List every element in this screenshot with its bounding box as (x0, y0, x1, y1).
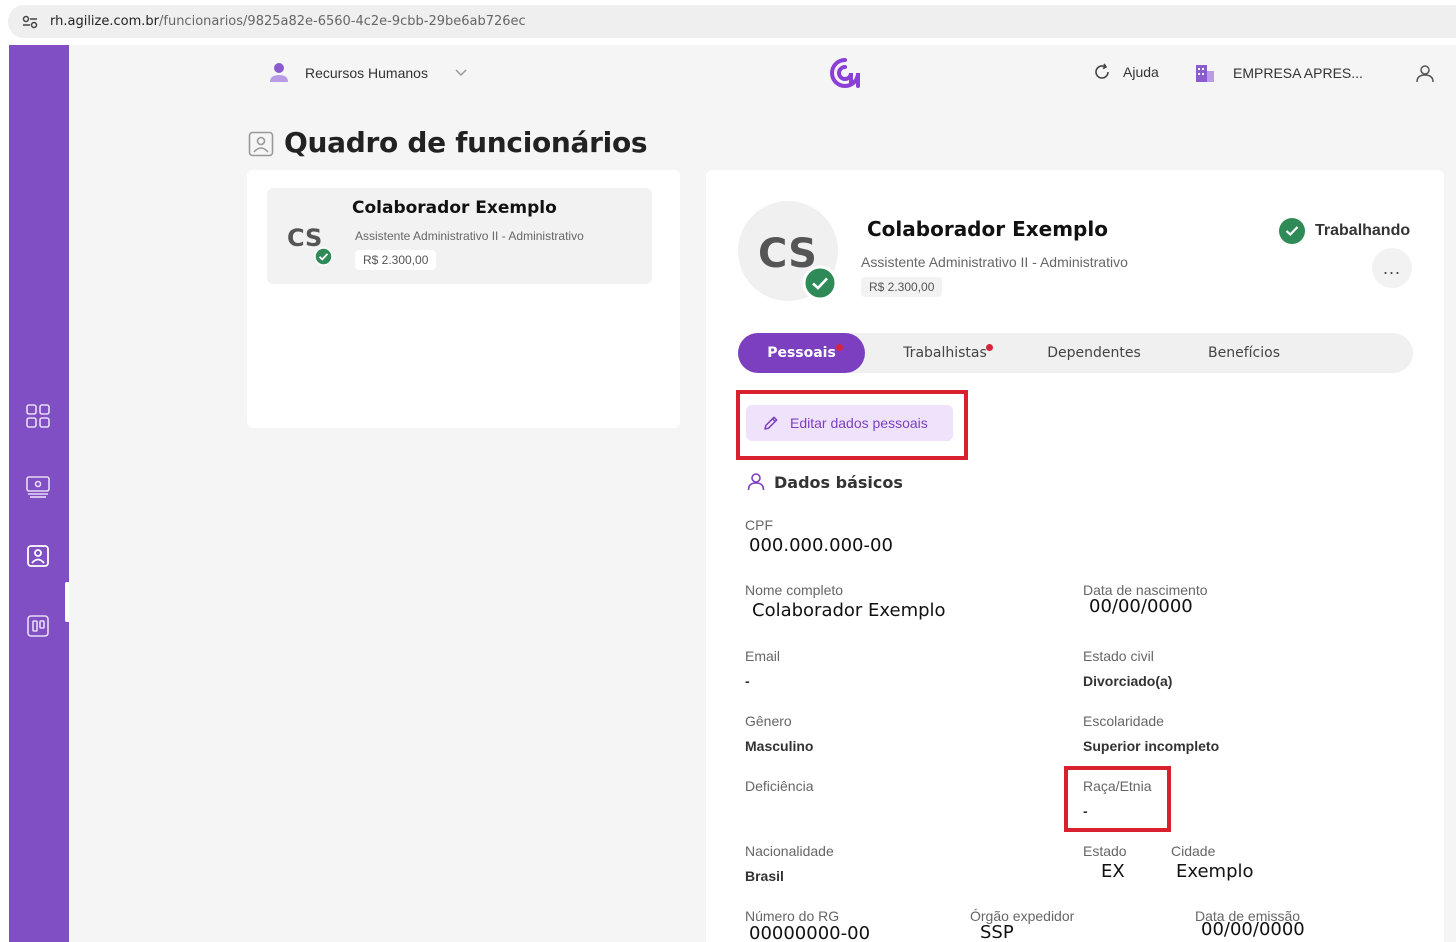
tab-dependentes[interactable]: Dependentes (1034, 333, 1154, 373)
tab-beneficios-label: Benefícios (1208, 345, 1280, 361)
employee-detail-panel: CS Colaborador Exemplo Assistente Admini… (706, 170, 1444, 942)
help-link[interactable]: Ajuda (1093, 63, 1159, 81)
cpf-label: CPF (745, 517, 773, 533)
edit-personal-data-button[interactable]: Editar dados pessoais (746, 405, 953, 441)
education-value: Superior incompleto (1083, 738, 1220, 754)
profile-salary: R$ 2.300,00 (861, 277, 943, 297)
employees-icon[interactable] (25, 543, 51, 569)
tab-trabalhistas-label: Trabalhistas (903, 345, 987, 361)
profile-name: Colaborador Exemplo (867, 217, 1108, 241)
issue-date-value: 00/00/0000 (1201, 919, 1305, 940)
full-name-label: Nome completo (745, 582, 844, 598)
issuer-value: SSP (980, 922, 1014, 942)
race-value: - (1083, 803, 1088, 819)
active-check-icon (802, 265, 838, 301)
active-check-icon (314, 247, 333, 266)
pencil-icon (764, 416, 778, 430)
status-check-icon (1279, 218, 1305, 244)
employees-title-icon (248, 131, 274, 157)
profile-role: Assistente Administrativo II - Administr… (861, 254, 1128, 270)
browser-url-bar: rh.agilize.com.br/funcionarios/9825a82e-… (0, 0, 1456, 44)
marital-status-value: Divorciado(a) (1083, 673, 1173, 689)
employee-list-item[interactable]: CS Colaborador Exemplo Assistente Admini… (267, 188, 652, 284)
help-label: Ajuda (1123, 64, 1159, 80)
page-title: Quadro de funcionários (284, 126, 648, 159)
email-label: Email (745, 648, 781, 664)
tab-bar: Pessoais Trabalhistas Dependentes Benefí… (738, 333, 1413, 373)
payroll-icon[interactable] (25, 473, 51, 499)
chevron-down-icon[interactable] (454, 68, 468, 78)
rg-number-value: 00000000-00 (749, 923, 871, 942)
tab-beneficios[interactable]: Benefícios (1184, 333, 1304, 373)
state-label: Estado (1083, 843, 1127, 859)
city-label: Cidade (1171, 843, 1216, 859)
site-settings-icon[interactable] (22, 15, 38, 29)
disability-label: Deficiência (745, 778, 814, 794)
avatar: CS (738, 201, 838, 301)
help-refresh-icon (1095, 63, 1109, 79)
full-name-value: Colaborador Exemplo (752, 600, 946, 621)
highlight-box-race (1064, 766, 1171, 832)
rg-number-label: Número do RG (745, 908, 840, 924)
gender-value: Masculino (745, 738, 814, 754)
section-title-label: Dados básicos (774, 472, 903, 492)
marital-status-label: Estado civil (1083, 648, 1154, 664)
birth-date-value: 00/00/0000 (1089, 596, 1193, 617)
cpf-value: 000.000.000-00 (749, 535, 893, 556)
edit-button-label: Editar dados pessoais (790, 415, 928, 431)
nationality-label: Nacionalidade (745, 843, 834, 859)
status-label: Trabalhando (1315, 222, 1411, 239)
employee-role: Assistente Administrativo II - Administr… (355, 229, 584, 243)
tab-alert-dot (986, 344, 993, 351)
tab-trabalhistas[interactable]: Trabalhistas (885, 333, 1005, 373)
tab-pessoais[interactable]: Pessoais (738, 333, 865, 373)
tab-pessoais-label: Pessoais (767, 345, 836, 361)
module-selector[interactable]: Recursos Humanos (269, 62, 468, 84)
status-badge: Trabalhando (1279, 218, 1410, 244)
email-value: - (745, 673, 750, 689)
tab-alert-dot (836, 344, 843, 351)
building-icon (1196, 65, 1214, 82)
more-options-button[interactable]: ... (1372, 248, 1412, 288)
company-label: EMPRESA APRES... (1233, 65, 1363, 81)
section-title: Dados básicos (746, 472, 903, 492)
dashboard-icon[interactable] (25, 403, 51, 429)
person-icon (747, 473, 765, 491)
race-label: Raça/Etnia (1083, 778, 1152, 794)
address-bar[interactable]: rh.agilize.com.br/funcionarios/9825a82e-… (8, 5, 1456, 38)
employee-name: Colaborador Exemplo (352, 198, 557, 218)
tab-dependentes-label: Dependentes (1047, 345, 1141, 361)
url-text[interactable]: rh.agilize.com.br/funcionarios/9825a82e-… (50, 14, 526, 29)
sidebar (9, 45, 69, 942)
board-icon[interactable] (25, 613, 51, 639)
window-edge (0, 45, 9, 942)
module-label: Recursos Humanos (305, 65, 428, 81)
user-module-icon (270, 63, 288, 82)
more-icon: ... (1382, 257, 1401, 278)
gender-label: Gênero (745, 713, 792, 729)
education-label: Escolaridade (1083, 713, 1164, 729)
nationality-value: Brasil (745, 868, 784, 884)
user-account-icon[interactable] (1415, 64, 1435, 84)
state-value: EX (1101, 861, 1125, 882)
city-value: Exemplo (1176, 861, 1254, 882)
agilize-logo-icon[interactable] (829, 57, 861, 89)
employee-salary: R$ 2.300,00 (355, 250, 437, 270)
company-selector[interactable]: EMPRESA APRES... (1195, 63, 1363, 83)
employee-list-panel: CS Colaborador Exemplo Assistente Admini… (247, 170, 680, 428)
